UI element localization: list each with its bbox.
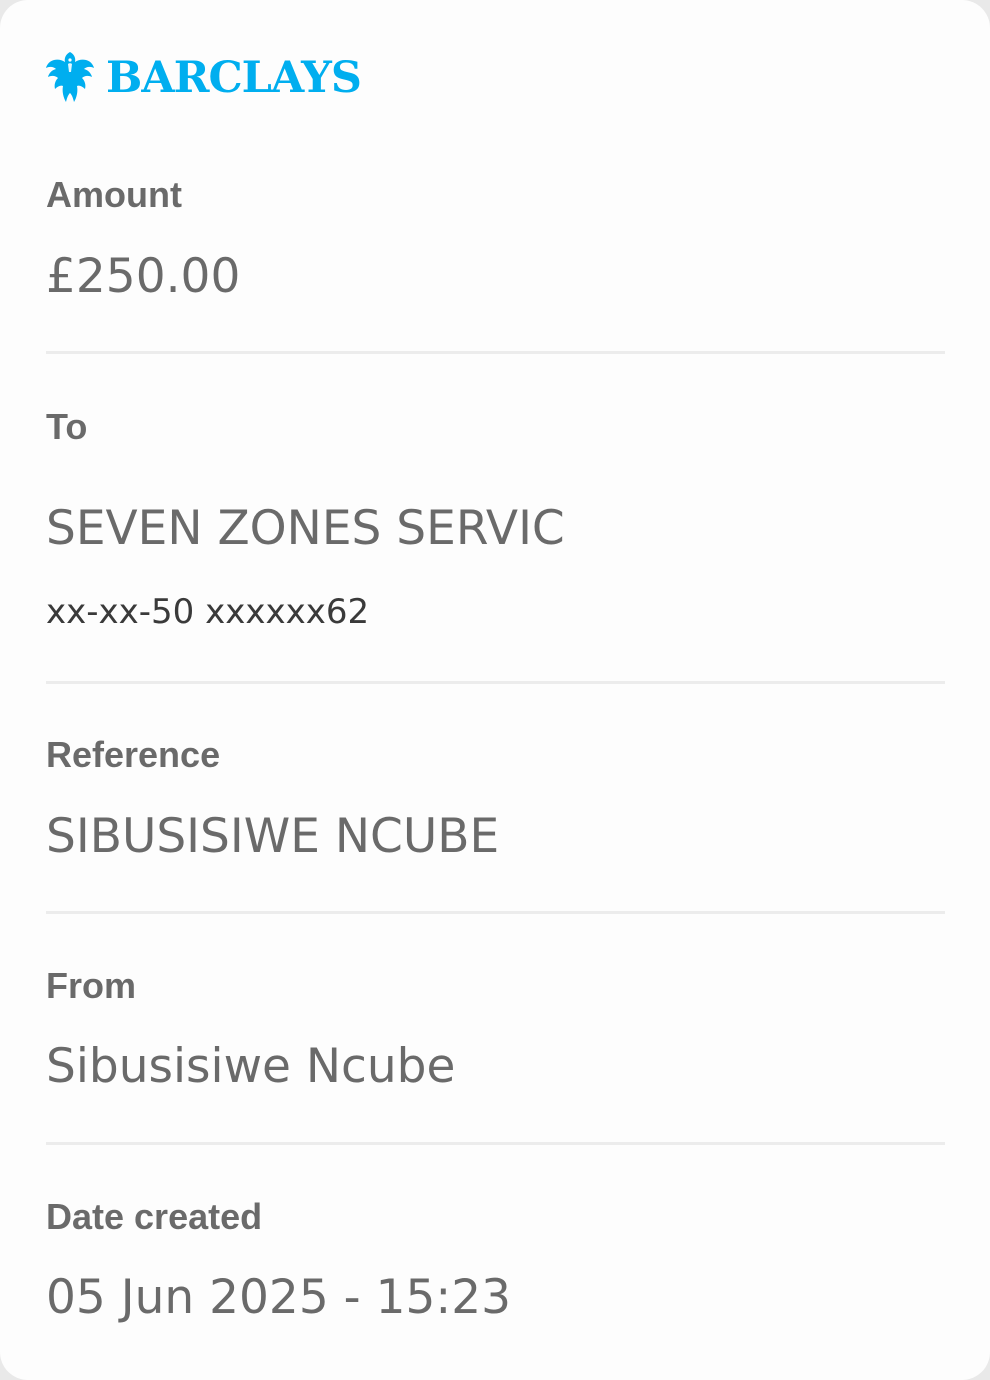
divider — [46, 681, 945, 684]
divider — [46, 911, 945, 914]
eagle-icon — [46, 52, 94, 102]
from-label: From — [46, 965, 136, 1006]
reference-value: SIBUSISIWE NCUBE — [46, 809, 500, 864]
amount-value: £250.00 — [46, 249, 241, 304]
date-created-value: 05 Jun 2025 - 15:23 — [46, 1270, 512, 1325]
reference-label: Reference — [46, 734, 221, 775]
barclays-logo: BARCLAYS — [44, 48, 362, 108]
payee-name: SEVEN ZONES SERVIC — [46, 501, 565, 556]
from-value: Sibusisiwe Ncube — [46, 1039, 456, 1094]
divider — [46, 351, 945, 354]
to-label: To — [46, 406, 88, 447]
amount-label: Amount — [46, 174, 182, 215]
divider — [46, 1142, 945, 1145]
date-created-label: Date created — [46, 1196, 263, 1237]
brand-name: BARCLAYS — [106, 52, 362, 103]
payee-account-number: xx-xx-50 xxxxxx62 — [46, 592, 370, 632]
payment-details-card: BARCLAYS Amount £250.00 To SEVEN ZONES S… — [0, 0, 990, 1380]
